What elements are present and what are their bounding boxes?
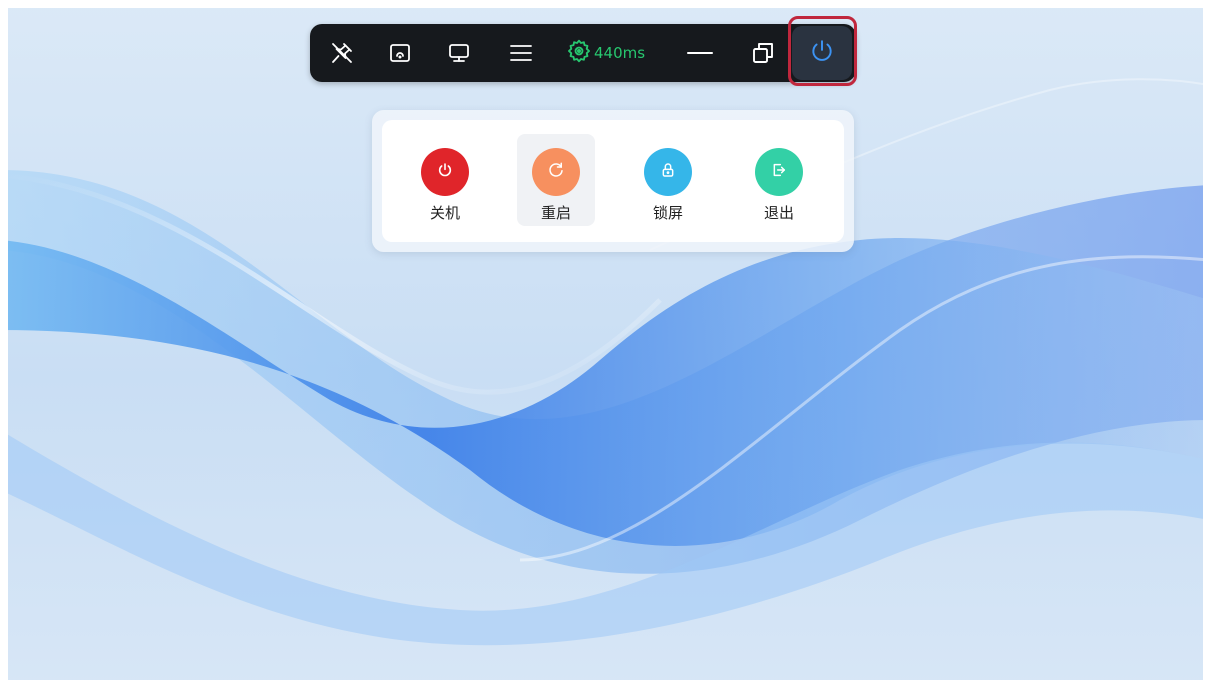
logout-icon (771, 162, 787, 182)
screenshot-border (1203, 0, 1209, 686)
cast-icon (388, 41, 412, 65)
restart-option[interactable]: 重启 (517, 134, 595, 226)
power-icon (437, 162, 453, 182)
latency-indicator[interactable]: 440ms (566, 24, 645, 82)
wallpaper-waves (0, 78, 1209, 646)
logout-label: 退出 (763, 204, 794, 222)
shutdown-label: 关机 (429, 204, 460, 222)
screenshot-border (0, 0, 1209, 8)
lock-screen-option[interactable]: 锁屏 (629, 134, 707, 226)
pin-off-button[interactable] (324, 24, 360, 82)
pin-off-icon (330, 41, 354, 65)
remote-control-toolbar: 440ms (310, 24, 856, 82)
screenshot-border (0, 680, 1209, 686)
logout-circle (755, 148, 803, 196)
latency-value: 440ms (594, 44, 646, 62)
menu-button[interactable] (503, 24, 539, 82)
lock-circle (644, 148, 692, 196)
restore-window-icon (751, 41, 775, 65)
power-button-highlight (788, 16, 857, 86)
menu-icon (508, 41, 534, 65)
lock-screen-label: 锁屏 (652, 204, 683, 222)
power-menu-panel: 关机 重启 锁屏 退出 (382, 120, 844, 242)
screenshot-border (0, 0, 8, 686)
refresh-icon (547, 161, 565, 183)
minimize-button[interactable] (680, 24, 720, 82)
logout-option[interactable]: 退出 (740, 134, 818, 226)
cast-button[interactable] (382, 24, 418, 82)
display-button[interactable] (441, 24, 477, 82)
power-menu: 关机 重启 锁屏 退出 (372, 110, 854, 252)
gear-icon (566, 38, 594, 68)
lock-icon (660, 162, 676, 182)
shutdown-circle (421, 148, 469, 196)
restart-label: 重启 (540, 204, 571, 222)
restart-circle (532, 148, 580, 196)
minimize-icon (685, 41, 715, 65)
monitor-icon (447, 41, 471, 65)
desktop: 440ms 关机 重启 锁屏 退出 (0, 0, 1209, 686)
shutdown-option[interactable]: 关机 (406, 134, 484, 226)
restore-window-button[interactable] (745, 24, 781, 82)
